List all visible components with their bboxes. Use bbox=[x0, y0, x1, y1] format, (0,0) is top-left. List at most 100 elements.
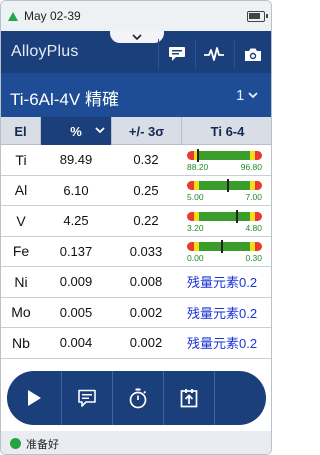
header-grade[interactable]: Ti 6-4 bbox=[181, 117, 271, 145]
element-symbol: Mo bbox=[11, 304, 31, 321]
gauge-marker bbox=[197, 148, 200, 162]
element-error: 0.002 bbox=[129, 304, 163, 320]
element-error: 0.002 bbox=[129, 335, 163, 351]
table-row: Mo 0.005 0.002 残量元素0.2 bbox=[1, 297, 271, 328]
element-symbol: Ni bbox=[14, 273, 28, 290]
camera-icon bbox=[244, 48, 261, 61]
app-title: AlloyPlus bbox=[11, 43, 79, 60]
timer-button[interactable] bbox=[113, 371, 163, 425]
gauge-low-red bbox=[187, 242, 194, 252]
gauge-in-spec bbox=[199, 211, 250, 221]
grade-index: 1 bbox=[236, 86, 245, 104]
table-row: Nb 0.004 0.002 残量元素0.2 bbox=[1, 328, 271, 359]
toolbar-divider bbox=[214, 371, 215, 425]
ready-indicator bbox=[10, 438, 21, 449]
grade-cell: 残量元素0.2 bbox=[181, 328, 271, 358]
gauge-in-spec bbox=[199, 181, 250, 191]
gauge-high-red bbox=[255, 150, 262, 160]
status-bar: May 02-39 bbox=[1, 1, 271, 31]
messages-button[interactable] bbox=[158, 39, 194, 69]
gauge-high-red bbox=[255, 181, 262, 191]
table-body: Ti 89.49 0.32 88.20 96.80 Al 6.10 0.25 5.00 7.00 V… bbox=[1, 145, 271, 359]
gauge-bar bbox=[187, 181, 262, 191]
grade-cell: 5.00 7.00 bbox=[181, 176, 271, 206]
chevron-down-icon bbox=[132, 34, 142, 40]
element-symbol: Ti bbox=[15, 151, 27, 168]
grade-cell: 0.00 0.30 bbox=[181, 237, 271, 267]
export-button[interactable] bbox=[164, 371, 214, 425]
status-footer: 准备好 bbox=[1, 431, 271, 454]
grade-cell: 88.20 96.80 bbox=[181, 145, 271, 175]
element-symbol: Fe bbox=[12, 243, 30, 260]
gauge-min: 0.00 bbox=[187, 253, 204, 264]
element-percent: 0.137 bbox=[59, 243, 93, 259]
gauge-max: 0.30 bbox=[245, 253, 262, 264]
sort-down-icon bbox=[95, 127, 105, 134]
element-percent: 6.10 bbox=[63, 182, 89, 198]
gauge-marker bbox=[227, 179, 230, 193]
chevron-down-icon bbox=[248, 91, 258, 98]
play-button[interactable] bbox=[7, 371, 61, 425]
element-error: 0.25 bbox=[133, 182, 159, 198]
signal-icon bbox=[8, 11, 18, 21]
element-error: 0.008 bbox=[129, 274, 163, 290]
table-row: Ni 0.009 0.008 残量元素0.2 bbox=[1, 267, 271, 298]
header-element[interactable]: El bbox=[1, 117, 41, 145]
camera-button[interactable] bbox=[234, 39, 270, 69]
gauge-low-red bbox=[187, 181, 194, 191]
element-percent: 0.004 bbox=[59, 335, 93, 351]
gauge-low-red bbox=[187, 150, 194, 160]
gauge-max: 7.00 bbox=[245, 192, 262, 203]
pull-down-tab[interactable] bbox=[110, 31, 164, 43]
grade-selector[interactable]: 1 bbox=[236, 85, 266, 105]
grade-name: Ti-6Al-4V 精確 bbox=[10, 90, 119, 109]
header-percent[interactable]: % bbox=[41, 117, 111, 145]
table-row: Fe 0.137 0.033 0.00 0.30 bbox=[1, 236, 271, 267]
element-symbol: Al bbox=[14, 182, 28, 199]
gauge-max: 4.80 bbox=[245, 222, 262, 233]
gauge-bar bbox=[187, 242, 262, 252]
gauge-in-spec bbox=[199, 150, 250, 160]
stopwatch-icon bbox=[129, 388, 147, 408]
residual-label: 残量元素0.2 bbox=[187, 336, 258, 352]
spec-gauge: 0.00 0.30 bbox=[187, 238, 262, 264]
grade-bar[interactable]: Ti-6Al-4V 精確 1 bbox=[1, 73, 271, 117]
gauge-in-spec bbox=[199, 242, 250, 252]
spec-gauge: 88.20 96.80 bbox=[187, 147, 262, 173]
device-screen: May 02-39 AlloyPlus Ti-6Al-4V 精確 1 El % … bbox=[0, 0, 272, 455]
gauge-marker bbox=[220, 240, 223, 254]
element-error: 0.32 bbox=[133, 152, 159, 168]
results-table: El % +/- 3σ Ti 6-4 Ti 89.49 0.32 88.20 96.80… bbox=[1, 117, 271, 359]
table-row: Al 6.10 0.25 5.00 7.00 bbox=[1, 175, 271, 206]
element-percent: 0.009 bbox=[59, 274, 93, 290]
header-percent-label: % bbox=[70, 123, 82, 139]
message-icon bbox=[168, 47, 185, 61]
spectrum-button[interactable] bbox=[195, 39, 231, 69]
element-symbol: Nb bbox=[12, 334, 30, 351]
element-error: 0.033 bbox=[129, 243, 163, 259]
bottom-toolbar bbox=[7, 371, 266, 425]
export-icon bbox=[180, 389, 198, 408]
ready-status: 准备好 bbox=[26, 437, 59, 451]
element-percent: 89.49 bbox=[59, 152, 93, 168]
play-icon bbox=[28, 390, 41, 406]
table-row: Ti 89.49 0.32 88.20 96.80 bbox=[1, 145, 271, 176]
grade-cell: 残量元素0.2 bbox=[181, 298, 271, 328]
status-date: May 02-39 bbox=[24, 9, 81, 23]
spec-gauge: 5.00 7.00 bbox=[187, 177, 262, 203]
gauge-max: 96.80 bbox=[240, 161, 262, 172]
header-error[interactable]: +/- 3σ bbox=[111, 117, 181, 145]
app-header: AlloyPlus bbox=[1, 31, 271, 73]
comment-button[interactable] bbox=[62, 371, 112, 425]
gauge-min: 3.20 bbox=[187, 222, 204, 233]
element-error: 0.22 bbox=[133, 213, 159, 229]
gauge-high-red bbox=[255, 242, 262, 252]
table-row: V 4.25 0.22 3.20 4.80 bbox=[1, 206, 271, 237]
battery-icon bbox=[247, 11, 268, 22]
gauge-low-red bbox=[187, 211, 194, 221]
pulse-icon bbox=[203, 47, 224, 61]
comment-icon bbox=[78, 389, 96, 407]
gauge-high-red bbox=[255, 211, 262, 221]
residual-label: 残量元素0.2 bbox=[187, 275, 258, 291]
element-percent: 4.25 bbox=[63, 213, 89, 229]
